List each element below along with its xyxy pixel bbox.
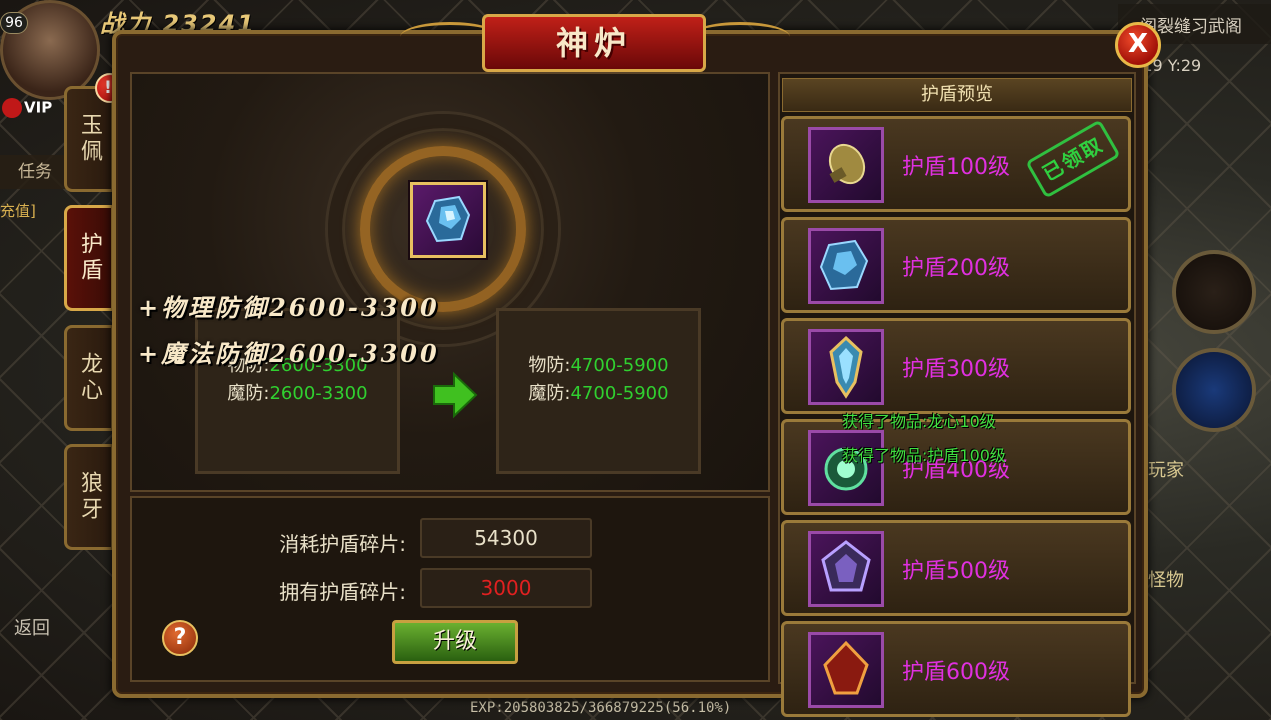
close-button[interactable]: X xyxy=(1115,22,1161,68)
tab-shield-label: 护盾 xyxy=(77,232,102,284)
consume-label: 消耗护盾碎片: xyxy=(279,532,406,556)
next-phys-def: 物防:4700-5900 xyxy=(499,351,698,377)
floating-magic-bonus: +魔法防御2600-3300 xyxy=(138,339,440,368)
preview-item-name: 护盾200级 xyxy=(902,256,1010,281)
own-value: 3000 xyxy=(420,568,592,608)
preview-item-400[interactable]: 护盾400级 xyxy=(781,419,1131,515)
shield-crystal-icon xyxy=(425,195,471,243)
tab-wolf-fang-label: 狼牙 xyxy=(77,471,102,523)
preview-item-name: 护盾300级 xyxy=(902,357,1010,382)
tab-jade-label: 玉佩 xyxy=(77,113,102,165)
next-magic-def: 魔防:4700-5900 xyxy=(499,379,698,405)
preview-header: 护盾预览 xyxy=(782,78,1132,112)
upgrade-button[interactable]: 升级 xyxy=(392,620,518,664)
system-message: 获得了物品:龙心10级 xyxy=(842,412,996,431)
help-button[interactable]: ? xyxy=(162,620,198,656)
shield-dark-icon xyxy=(821,540,871,592)
vip-dot-icon xyxy=(2,98,22,118)
player-level: 96 xyxy=(0,12,28,34)
tab-dragon-heart[interactable]: 龙心 xyxy=(64,325,114,431)
preview-item-300[interactable]: 护盾300级 xyxy=(781,318,1131,414)
current-stats-box: 物防:2600-3300 魔防:2600-3300 xyxy=(195,308,400,474)
preview-item-200[interactable]: 护盾200级 xyxy=(781,217,1131,313)
system-message: 获得了物品:护盾100级 xyxy=(842,446,1006,465)
shield-100-slot xyxy=(808,127,884,203)
vip-badge[interactable]: VIP xyxy=(2,98,52,118)
tab-dragon-heart-label: 龙心 xyxy=(77,352,102,404)
player-list-button[interactable]: 玩家 xyxy=(1148,456,1184,482)
skill-orb-blue[interactable] xyxy=(1172,348,1256,432)
preview-item-500[interactable]: 护盾500级 xyxy=(781,520,1131,616)
preview-item-name: 护盾500级 xyxy=(902,559,1010,584)
skill-orb[interactable] xyxy=(1172,250,1256,334)
arrow-right-icon xyxy=(433,371,478,419)
phys-def-value: 4700-5900 xyxy=(570,355,669,376)
own-label: 拥有护盾碎片: xyxy=(279,580,406,604)
back-button[interactable]: 返回 xyxy=(14,614,50,640)
task-button[interactable]: 任务 xyxy=(0,155,70,189)
preview-item-name: 护盾600级 xyxy=(902,660,1010,685)
shield-flame-icon xyxy=(823,640,869,695)
shield-500-slot xyxy=(808,531,884,607)
next-stats-box: 物防:4700-5900 魔防:4700-5900 xyxy=(496,308,701,474)
panel-title: 神炉 xyxy=(482,14,706,72)
current-shield-slot[interactable] xyxy=(410,182,486,258)
monster-list-button[interactable]: 怪物 xyxy=(1148,566,1184,592)
shield-crystal-icon xyxy=(819,239,869,291)
recharge-link[interactable]: 充值] xyxy=(0,200,36,221)
consume-value: 54300 xyxy=(420,518,592,558)
current-magic-def: 魔防:2600-3300 xyxy=(198,379,397,405)
shield-wing-icon xyxy=(829,335,863,399)
magic-def-label: 魔防: xyxy=(227,383,270,404)
exp-bar-text: EXP:205803825/366879225(56.10%) xyxy=(470,700,732,716)
phys-def-label: 物防: xyxy=(528,355,571,376)
magic-def-value: 4700-5900 xyxy=(570,383,669,404)
preview-item-name: 护盾100级 xyxy=(902,155,1010,180)
vip-label: VIP xyxy=(24,98,53,117)
shield-600-slot xyxy=(808,632,884,708)
tab-wolf-fang[interactable]: 狼牙 xyxy=(64,444,114,550)
magic-def-label: 魔防: xyxy=(528,383,571,404)
preview-item-600[interactable]: 护盾600级 xyxy=(781,621,1131,717)
tab-jade[interactable]: 玉佩 ! xyxy=(64,73,125,192)
tab-shield[interactable]: 护盾 xyxy=(64,205,114,311)
shield-fist-icon xyxy=(828,143,866,185)
floating-phys-bonus: +物理防御2600-3300 xyxy=(138,293,440,322)
shield-300-slot xyxy=(808,329,884,405)
magic-def-value: 2600-3300 xyxy=(269,383,368,404)
shield-200-slot xyxy=(808,228,884,304)
